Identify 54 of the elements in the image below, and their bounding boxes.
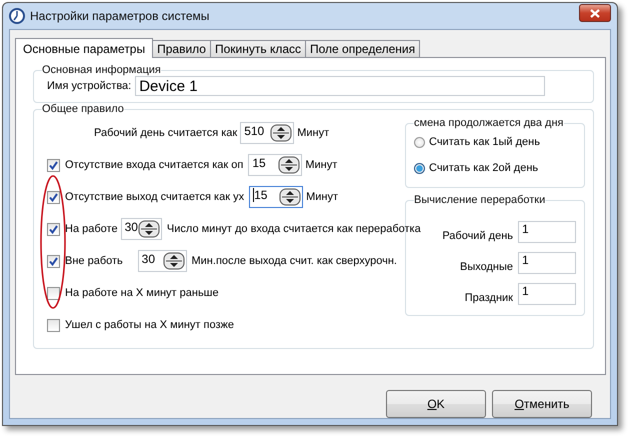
group-title: смена продолжается два дня bbox=[414, 117, 564, 129]
spin-arrows-icon[interactable] bbox=[270, 124, 292, 142]
input-field[interactable]: 1 bbox=[518, 252, 576, 274]
spin-arrows-icon[interactable] bbox=[278, 156, 300, 174]
checkbox-label: Вне работь bbox=[65, 255, 124, 267]
tab[interactable]: Основные параметры bbox=[15, 38, 154, 58]
spin-field[interactable]: 510 bbox=[240, 122, 294, 144]
spin-arrows-icon[interactable] bbox=[138, 220, 160, 238]
tab[interactable]: Покинуть класс bbox=[210, 40, 306, 57]
group-title: Общее правило bbox=[42, 103, 124, 115]
close-icon bbox=[590, 8, 600, 18]
spin-arrows-icon[interactable] bbox=[279, 188, 302, 206]
spin-field[interactable]: 15 bbox=[249, 186, 304, 208]
spin-arrows-icon[interactable] bbox=[162, 252, 184, 270]
field-description: Число минут до входа считается как переработка bbox=[166, 223, 421, 235]
device-name-field[interactable]: Device 1 bbox=[135, 76, 546, 96]
checkbox-label: Отсутствие выход считается как ух bbox=[65, 191, 244, 203]
checkbox-label: На работе bbox=[65, 223, 118, 235]
checkbox[interactable] bbox=[47, 318, 60, 332]
dialog-button[interactable]: Отменить bbox=[492, 390, 592, 418]
field-label: Праздник bbox=[464, 290, 513, 304]
input-field[interactable]: 1 bbox=[518, 282, 576, 304]
checkbox[interactable] bbox=[47, 222, 60, 236]
radio-button[interactable] bbox=[414, 162, 425, 174]
tab[interactable]: Поле определения bbox=[305, 40, 420, 57]
radio-label: Считать как 1ый день bbox=[429, 136, 540, 148]
field-description: Мин.после выхода счит. как сверхурочн. bbox=[192, 255, 397, 267]
spin-field[interactable]: 30 bbox=[120, 218, 162, 240]
checkbox[interactable] bbox=[47, 158, 60, 172]
unit-label: Минут bbox=[306, 191, 338, 203]
field-label: Имя устройства: bbox=[47, 80, 132, 92]
checkbox-label: На работе на X минут раньше bbox=[65, 287, 219, 299]
radio-button[interactable] bbox=[414, 136, 425, 148]
group-title: Вычисление переработки bbox=[414, 194, 546, 206]
field-label: Рабочий день bbox=[442, 228, 513, 242]
unit-label: Минут bbox=[297, 127, 330, 139]
close-button[interactable] bbox=[579, 4, 611, 22]
clock-icon bbox=[9, 8, 25, 24]
dialog-button[interactable]: OK bbox=[386, 390, 486, 418]
window-title: Настройки параметров системы bbox=[30, 9, 210, 23]
unit-label: Минут bbox=[305, 159, 338, 171]
checkbox[interactable] bbox=[47, 286, 60, 300]
group-title: Основная информация bbox=[42, 64, 161, 76]
spin-field[interactable]: 30 bbox=[138, 250, 186, 272]
tab[interactable]: Правило bbox=[152, 40, 211, 57]
checkbox[interactable] bbox=[47, 254, 60, 268]
spin-field[interactable]: 15 bbox=[248, 154, 302, 176]
input-field[interactable]: 1 bbox=[518, 220, 576, 242]
field-label: Рабочий день считается как bbox=[94, 127, 238, 139]
checkbox-label: Ушел с работы на X минут позже bbox=[65, 319, 234, 331]
field-label: Выходные bbox=[460, 260, 513, 272]
checkbox-label: Отсутствие входа считается как оп bbox=[65, 159, 244, 171]
radio-label: Считать как 2ой день bbox=[429, 162, 538, 174]
checkbox[interactable] bbox=[47, 190, 60, 204]
